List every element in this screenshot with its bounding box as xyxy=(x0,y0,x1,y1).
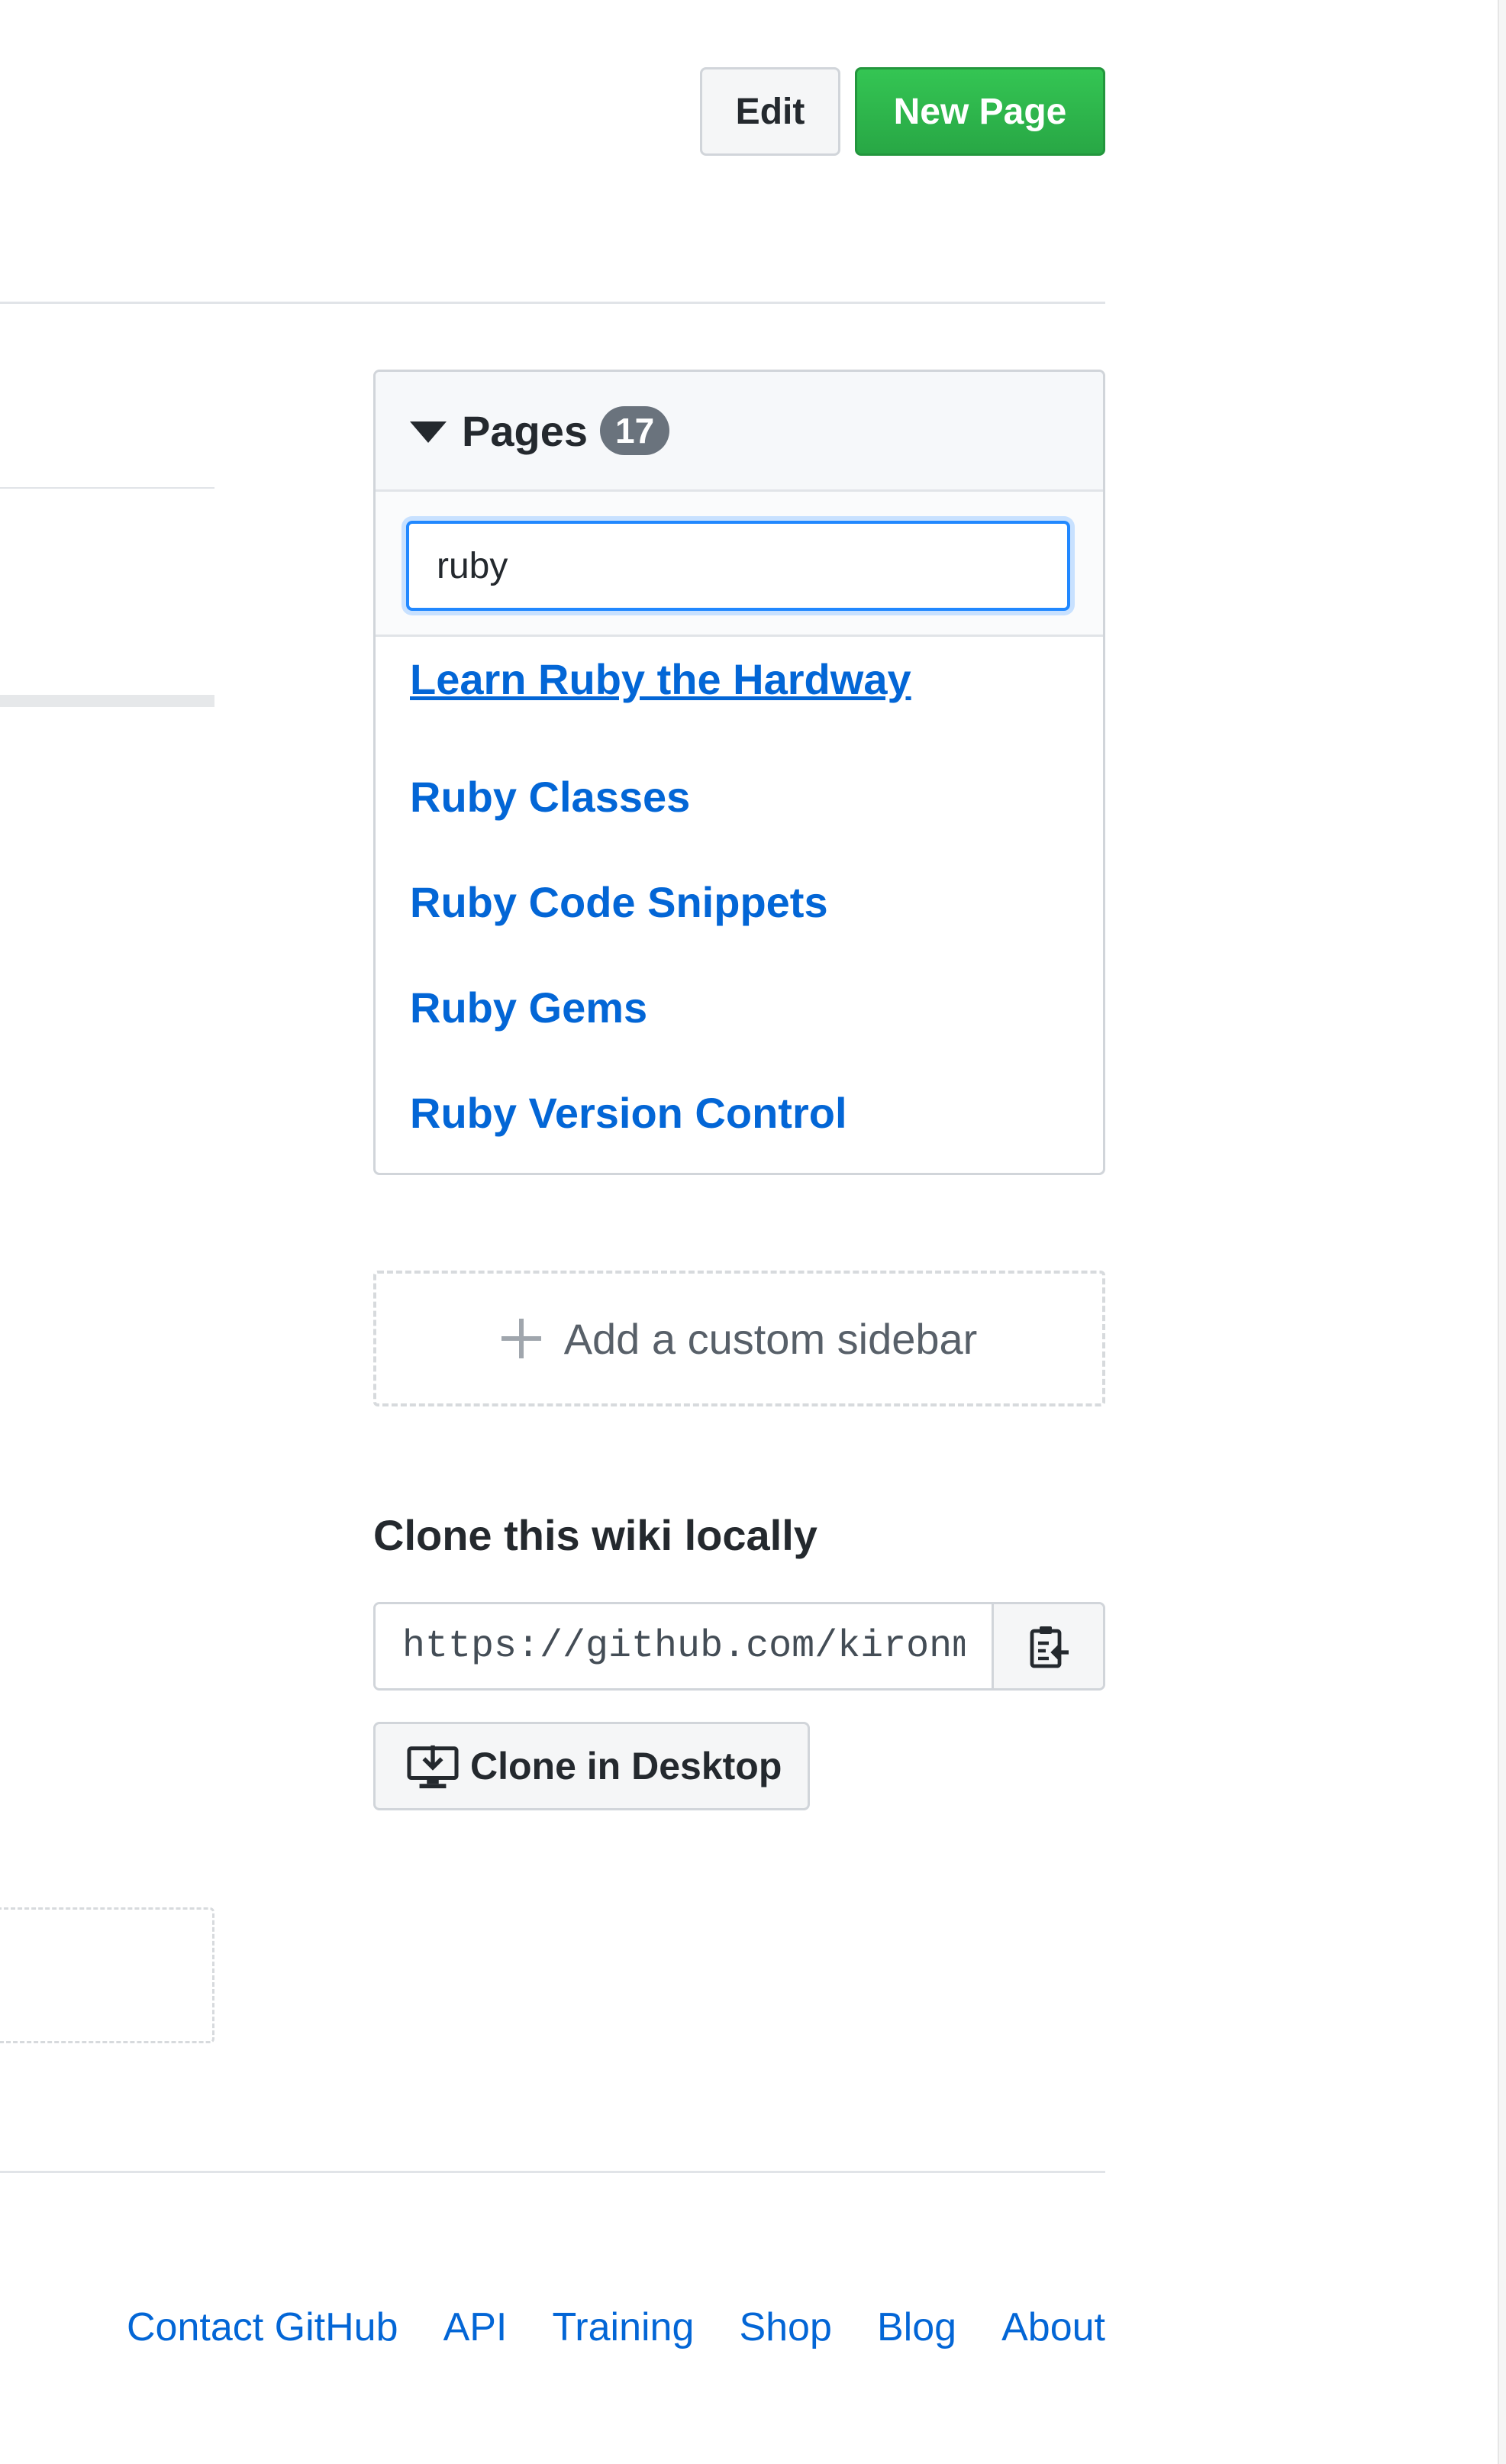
footer-link-api[interactable]: API xyxy=(443,2304,508,2350)
content-placeholder-box xyxy=(0,1907,214,2043)
list-item: Ruby Version Control xyxy=(376,1061,1103,1166)
footer-divider xyxy=(0,2171,1105,2173)
footer-link-shop[interactable]: Shop xyxy=(739,2304,831,2350)
page-link[interactable]: Ruby Classes xyxy=(410,772,690,822)
clipboard-icon xyxy=(1030,1626,1069,1668)
pages-count-badge: 17 xyxy=(600,406,670,455)
pages-results-list: Learn Ruby the Hardway Ruby Classes Ruby… xyxy=(376,639,1103,1166)
divider xyxy=(0,302,1105,304)
add-custom-sidebar-label: Add a custom sidebar xyxy=(563,1314,978,1363)
new-page-button[interactable]: New Page xyxy=(855,67,1105,156)
clone-url-group xyxy=(373,1602,1105,1691)
page-link[interactable]: Ruby Code Snippets xyxy=(410,877,828,927)
content-bar xyxy=(0,695,214,707)
desktop-download-icon xyxy=(407,1745,459,1789)
page-link[interactable]: Ruby Gems xyxy=(410,983,647,1032)
page-link[interactable]: Learn Ruby the Hardway xyxy=(410,654,911,704)
page-link[interactable]: Ruby Version Control xyxy=(410,1088,847,1138)
footer-link-contact[interactable]: Contact GitHub xyxy=(127,2304,398,2350)
add-custom-sidebar-button[interactable]: Add a custom sidebar xyxy=(373,1271,1105,1406)
list-item: Ruby Code Snippets xyxy=(376,850,1103,955)
scrollbar-gutter[interactable] xyxy=(1498,0,1506,2464)
footer-link-about[interactable]: About xyxy=(1001,2304,1105,2350)
copy-to-clipboard-button[interactable] xyxy=(994,1604,1103,1688)
plus-icon xyxy=(501,1319,541,1358)
pages-filter-input[interactable] xyxy=(406,521,1070,611)
clone-title: Clone this wiki locally xyxy=(373,1511,817,1559)
pages-toggle[interactable]: Pages 17 xyxy=(376,372,1103,492)
footer-link-blog[interactable]: Blog xyxy=(877,2304,956,2350)
clone-url-input[interactable] xyxy=(376,1604,994,1688)
pages-title: Pages xyxy=(462,406,588,455)
clone-in-desktop-label: Clone in Desktop xyxy=(470,1745,782,1787)
pages-panel: Pages 17 Learn Ruby the Hardway Ruby Cla… xyxy=(373,370,1105,1175)
footer-nav: Contact GitHub API Training Shop Blog Ab… xyxy=(127,2304,1105,2350)
edit-button[interactable]: Edit xyxy=(700,67,840,156)
caret-down-icon xyxy=(410,421,447,443)
clone-in-desktop-button[interactable]: Clone in Desktop xyxy=(373,1722,810,1810)
list-item: Ruby Classes xyxy=(376,744,1103,850)
list-item: Ruby Gems xyxy=(376,955,1103,1061)
content-divider xyxy=(0,487,214,489)
pages-filter-area xyxy=(376,492,1103,637)
footer-link-training[interactable]: Training xyxy=(552,2304,694,2350)
list-item: Learn Ruby the Hardway xyxy=(376,639,1103,744)
